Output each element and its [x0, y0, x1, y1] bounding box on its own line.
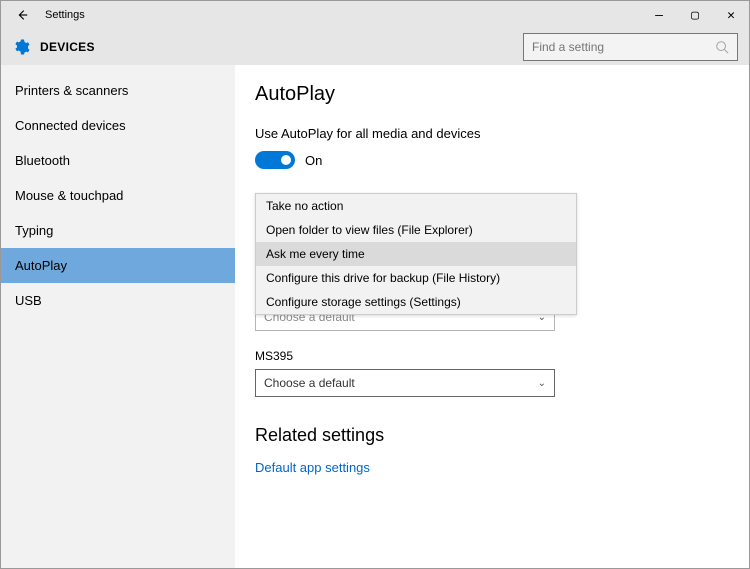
autoplay-toggle[interactable]: [255, 151, 295, 169]
maximize-button[interactable]: ▢: [677, 1, 713, 29]
content: AutoPlay Use AutoPlay for all media and …: [235, 65, 749, 568]
search-input[interactable]: [532, 40, 715, 54]
search-icon: [715, 40, 729, 54]
dropdown-option-0[interactable]: Take no action: [256, 194, 576, 218]
sidebar: Printers & scanners Connected devices Bl…: [1, 65, 235, 568]
toggle-state: On: [305, 153, 322, 168]
sidebar-item-usb[interactable]: USB: [1, 283, 235, 318]
toggle-label: Use AutoPlay for all media and devices: [255, 126, 749, 141]
sidebar-item-bluetooth[interactable]: Bluetooth: [1, 143, 235, 178]
search-box[interactable]: [523, 33, 738, 61]
related-title: Related settings: [255, 425, 577, 446]
chevron-down-icon: ⌄: [538, 378, 546, 389]
default-app-settings-link[interactable]: Default app settings: [255, 460, 577, 475]
back-arrow-icon: [15, 8, 29, 22]
window-title: Settings: [45, 9, 85, 21]
device-label: MS395: [255, 349, 577, 363]
minimize-button[interactable]: —: [641, 1, 677, 29]
dropdown-option-2[interactable]: Ask me every time: [256, 242, 576, 266]
dropdown-area: Take no action Open folder to view files…: [255, 193, 577, 365]
window-controls: — ▢ ✕: [641, 1, 749, 29]
sidebar-item-connected-devices[interactable]: Connected devices: [1, 108, 235, 143]
header: DEVICES: [1, 29, 749, 65]
gear-icon: [12, 38, 30, 56]
dropdown-option-4[interactable]: Configure storage settings (Settings): [256, 290, 576, 314]
device-select[interactable]: Choose a default ⌄: [255, 369, 555, 397]
sidebar-item-mouse[interactable]: Mouse & touchpad: [1, 178, 235, 213]
close-button[interactable]: ✕: [713, 1, 749, 29]
sidebar-item-printers[interactable]: Printers & scanners: [1, 73, 235, 108]
sidebar-item-typing[interactable]: Typing: [1, 213, 235, 248]
dropdown-menu: Take no action Open folder to view files…: [255, 193, 577, 315]
titlebar: Settings — ▢ ✕: [1, 1, 749, 29]
dropdown-option-3[interactable]: Configure this drive for backup (File Hi…: [256, 266, 576, 290]
dropdown-option-1[interactable]: Open folder to view files (File Explorer…: [256, 218, 576, 242]
header-title: DEVICES: [40, 40, 95, 54]
toggle-row: On: [255, 151, 749, 169]
sidebar-item-autoplay[interactable]: AutoPlay: [1, 248, 235, 283]
back-button[interactable]: [7, 1, 37, 29]
page-title: AutoPlay: [255, 83, 749, 106]
